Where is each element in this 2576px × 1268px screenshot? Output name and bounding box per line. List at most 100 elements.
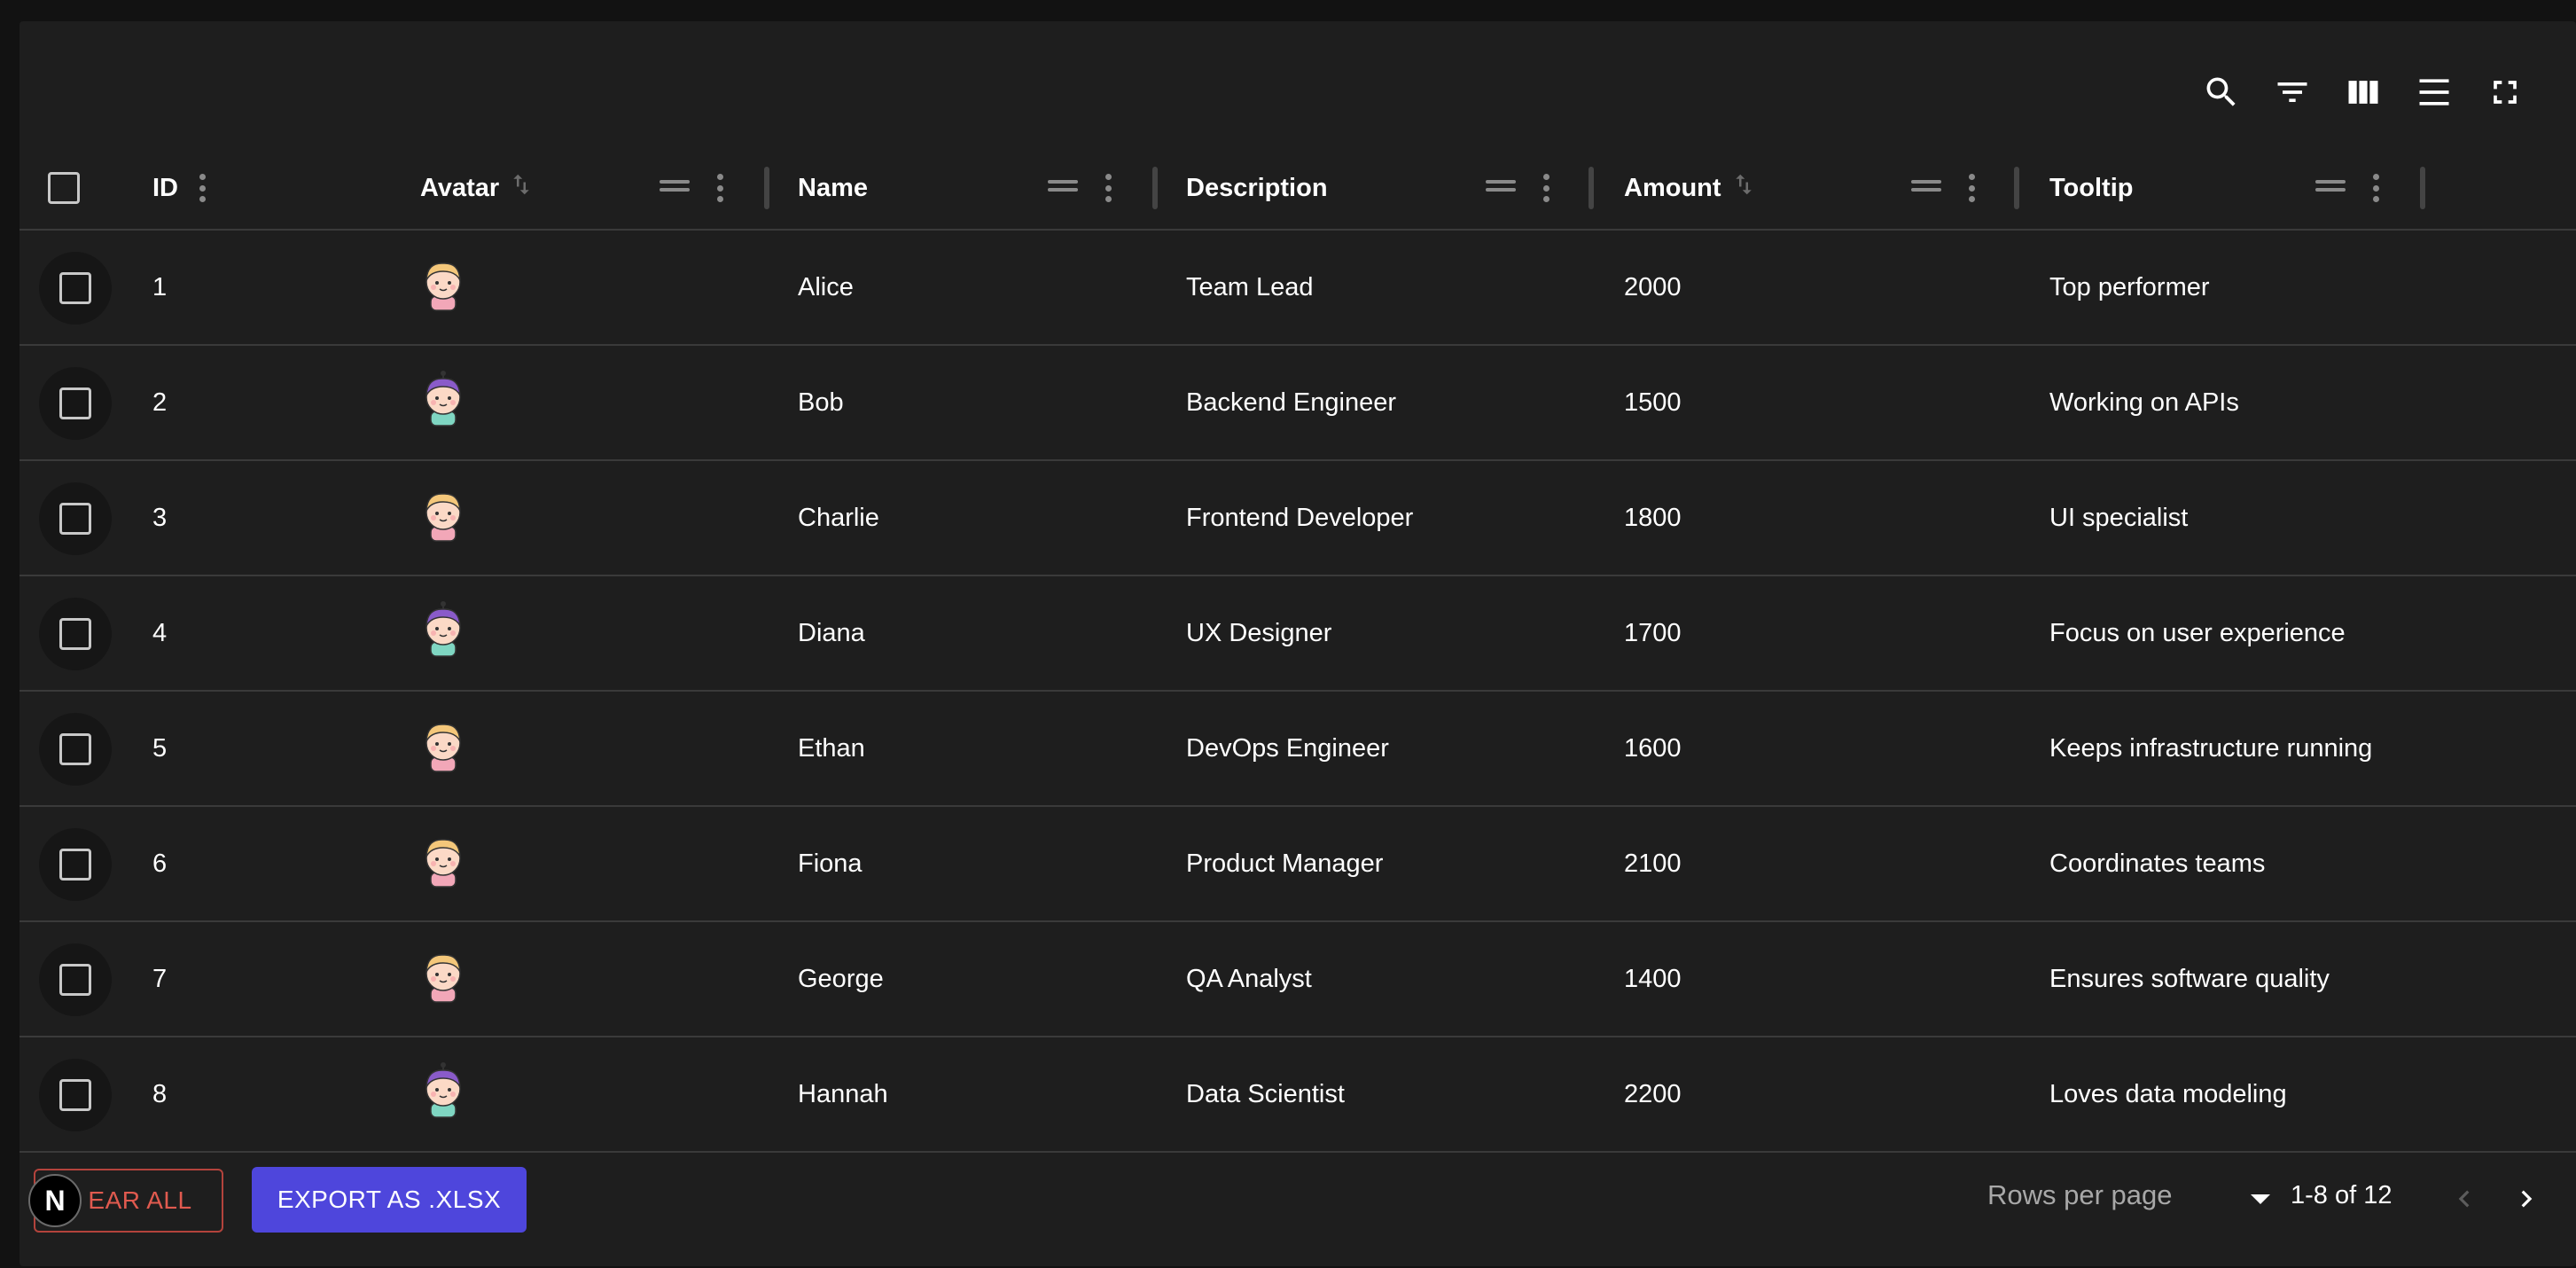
row-checkbox[interactable] bbox=[39, 252, 112, 325]
rows-per-page-select[interactable] bbox=[2234, 1179, 2287, 1218]
column-resize-handle[interactable] bbox=[764, 167, 769, 209]
cell-avatar bbox=[417, 461, 470, 575]
avatar-icon bbox=[417, 371, 470, 434]
cell-avatar bbox=[417, 231, 470, 344]
sort-icon[interactable] bbox=[508, 171, 535, 205]
avatar-icon bbox=[417, 832, 470, 896]
cell-name: George bbox=[798, 964, 884, 993]
pagination-range: 1-8 of 12 bbox=[2291, 1181, 2393, 1209]
drag-handle-icon[interactable] bbox=[1486, 176, 1516, 200]
cell-name: Fiona bbox=[798, 849, 863, 878]
column-label: Tooltip bbox=[2049, 173, 2134, 202]
avatar-icon bbox=[417, 947, 470, 1011]
column-label: ID bbox=[152, 173, 178, 202]
checkbox-icon bbox=[59, 618, 91, 650]
cell-description: Product Manager bbox=[1186, 849, 1384, 878]
column-header-amount[interactable]: Amount bbox=[1624, 145, 1757, 231]
next-page-button[interactable] bbox=[2502, 1174, 2551, 1224]
cell-name: Ethan bbox=[798, 733, 865, 763]
cell-tooltip: Top performer bbox=[2049, 272, 2210, 301]
cell-tooltip: Focus on user experience bbox=[2049, 618, 2346, 647]
filter-button[interactable] bbox=[2257, 50, 2328, 135]
cell-tooltip: Coordinates teams bbox=[2049, 849, 2266, 878]
column-resize-handle[interactable] bbox=[1589, 167, 1594, 209]
row-checkbox[interactable] bbox=[39, 713, 112, 786]
grid-toolbar bbox=[2186, 50, 2541, 135]
cell-avatar bbox=[417, 576, 470, 690]
search-button[interactable] bbox=[2186, 50, 2257, 135]
drag-handle-icon[interactable] bbox=[1048, 176, 1078, 200]
drag-handle-icon[interactable] bbox=[2315, 176, 2346, 200]
column-menu-icon[interactable] bbox=[711, 172, 729, 204]
column-menu-icon[interactable] bbox=[1099, 172, 1117, 204]
rows-per-page-label: Rows per page bbox=[1987, 1179, 2173, 1210]
row-checkbox[interactable] bbox=[39, 482, 112, 555]
cell-amount: 1700 bbox=[1624, 618, 1682, 647]
search-icon bbox=[2206, 77, 2236, 106]
density-button[interactable] bbox=[2399, 50, 2470, 135]
table-row[interactable]: 3 Charlie Frontend Developer 1800 UI special… bbox=[20, 461, 2576, 576]
data-grid: ID Avatar Name Description Amount Toolti… bbox=[20, 21, 2576, 1266]
checkbox-icon bbox=[59, 1079, 91, 1111]
filter-icon bbox=[2277, 82, 2307, 102]
cell-id: 7 bbox=[152, 964, 168, 993]
column-header-avatar[interactable]: Avatar bbox=[420, 145, 535, 231]
cell-id: 3 bbox=[152, 503, 168, 532]
cell-amount: 1800 bbox=[1624, 503, 1682, 532]
drag-handle-icon[interactable] bbox=[660, 176, 690, 200]
column-resize-handle[interactable] bbox=[2420, 167, 2425, 209]
cell-name: Alice bbox=[798, 272, 854, 301]
cell-tooltip: Ensures software quality bbox=[2049, 964, 2330, 993]
column-menu-icon[interactable] bbox=[1537, 172, 1555, 204]
row-checkbox[interactable] bbox=[39, 828, 112, 901]
fullscreen-button[interactable] bbox=[2470, 50, 2541, 135]
column-label: Description bbox=[1186, 173, 1328, 202]
table-row[interactable]: 1 Alice Team Lead 2000 Top performer bbox=[20, 231, 2576, 346]
row-checkbox[interactable] bbox=[39, 367, 112, 440]
column-header-tooltip[interactable]: Tooltip bbox=[2049, 145, 2142, 231]
avatar-icon bbox=[417, 601, 470, 665]
cell-amount: 2100 bbox=[1624, 849, 1682, 878]
table-row[interactable]: 6 Fiona Product Manager 2100 Coordinates tea… bbox=[20, 807, 2576, 922]
table-row[interactable]: 5 Ethan DevOps Engineer 1600 Keeps infrastru… bbox=[20, 692, 2576, 807]
previous-page-button[interactable] bbox=[2439, 1174, 2489, 1224]
cell-tooltip: Keeps infrastructure running bbox=[2049, 733, 2373, 763]
n-badge-icon[interactable]: N bbox=[28, 1174, 82, 1227]
column-label: Amount bbox=[1624, 173, 1721, 202]
column-header-id[interactable]: ID bbox=[152, 145, 187, 231]
column-resize-handle[interactable] bbox=[2014, 167, 2019, 209]
chevron-right-icon bbox=[2521, 1190, 2533, 1208]
column-resize-handle[interactable] bbox=[1152, 167, 1158, 209]
row-checkbox[interactable] bbox=[39, 943, 112, 1016]
cell-description: UX Designer bbox=[1186, 618, 1332, 647]
cell-description: Frontend Developer bbox=[1186, 503, 1414, 532]
avatar-icon bbox=[417, 486, 470, 550]
checkbox-icon bbox=[59, 503, 91, 535]
cell-amount: 1500 bbox=[1624, 387, 1682, 417]
checkbox-icon bbox=[59, 964, 91, 996]
cell-description: QA Analyst bbox=[1186, 964, 1312, 993]
cell-avatar bbox=[417, 922, 470, 1036]
column-header-name[interactable]: Name bbox=[798, 145, 877, 231]
table-row[interactable]: 7 George QA Analyst 1400 Ensures software qu… bbox=[20, 922, 2576, 1037]
avatar-icon bbox=[417, 255, 470, 319]
column-label: Name bbox=[798, 173, 868, 202]
drag-handle-icon[interactable] bbox=[1911, 176, 1941, 200]
table-row[interactable]: 2 Bob Backend Engineer 1500 Working on APIs bbox=[20, 346, 2576, 461]
column-label: Avatar bbox=[420, 173, 500, 202]
row-checkbox[interactable] bbox=[39, 598, 112, 670]
row-checkbox[interactable] bbox=[39, 1059, 112, 1131]
column-menu-icon[interactable] bbox=[193, 172, 211, 204]
caret-down-icon bbox=[2251, 1194, 2270, 1204]
column-menu-icon[interactable] bbox=[1963, 172, 1980, 204]
table-row[interactable]: 4 Diana UX Designer 1700 Focus on user exper… bbox=[20, 576, 2576, 692]
select-all-checkbox[interactable] bbox=[48, 172, 80, 204]
column-menu-icon[interactable] bbox=[2367, 172, 2385, 204]
cell-id: 5 bbox=[152, 733, 168, 763]
fullscreen-icon bbox=[2494, 81, 2517, 104]
sort-icon[interactable] bbox=[1730, 171, 1757, 205]
columns-button[interactable] bbox=[2328, 50, 2399, 135]
column-header-description[interactable]: Description bbox=[1186, 145, 1337, 231]
cell-description: DevOps Engineer bbox=[1186, 733, 1389, 763]
export-xlsx-button[interactable]: EXPORT AS .XLSX bbox=[252, 1167, 527, 1233]
